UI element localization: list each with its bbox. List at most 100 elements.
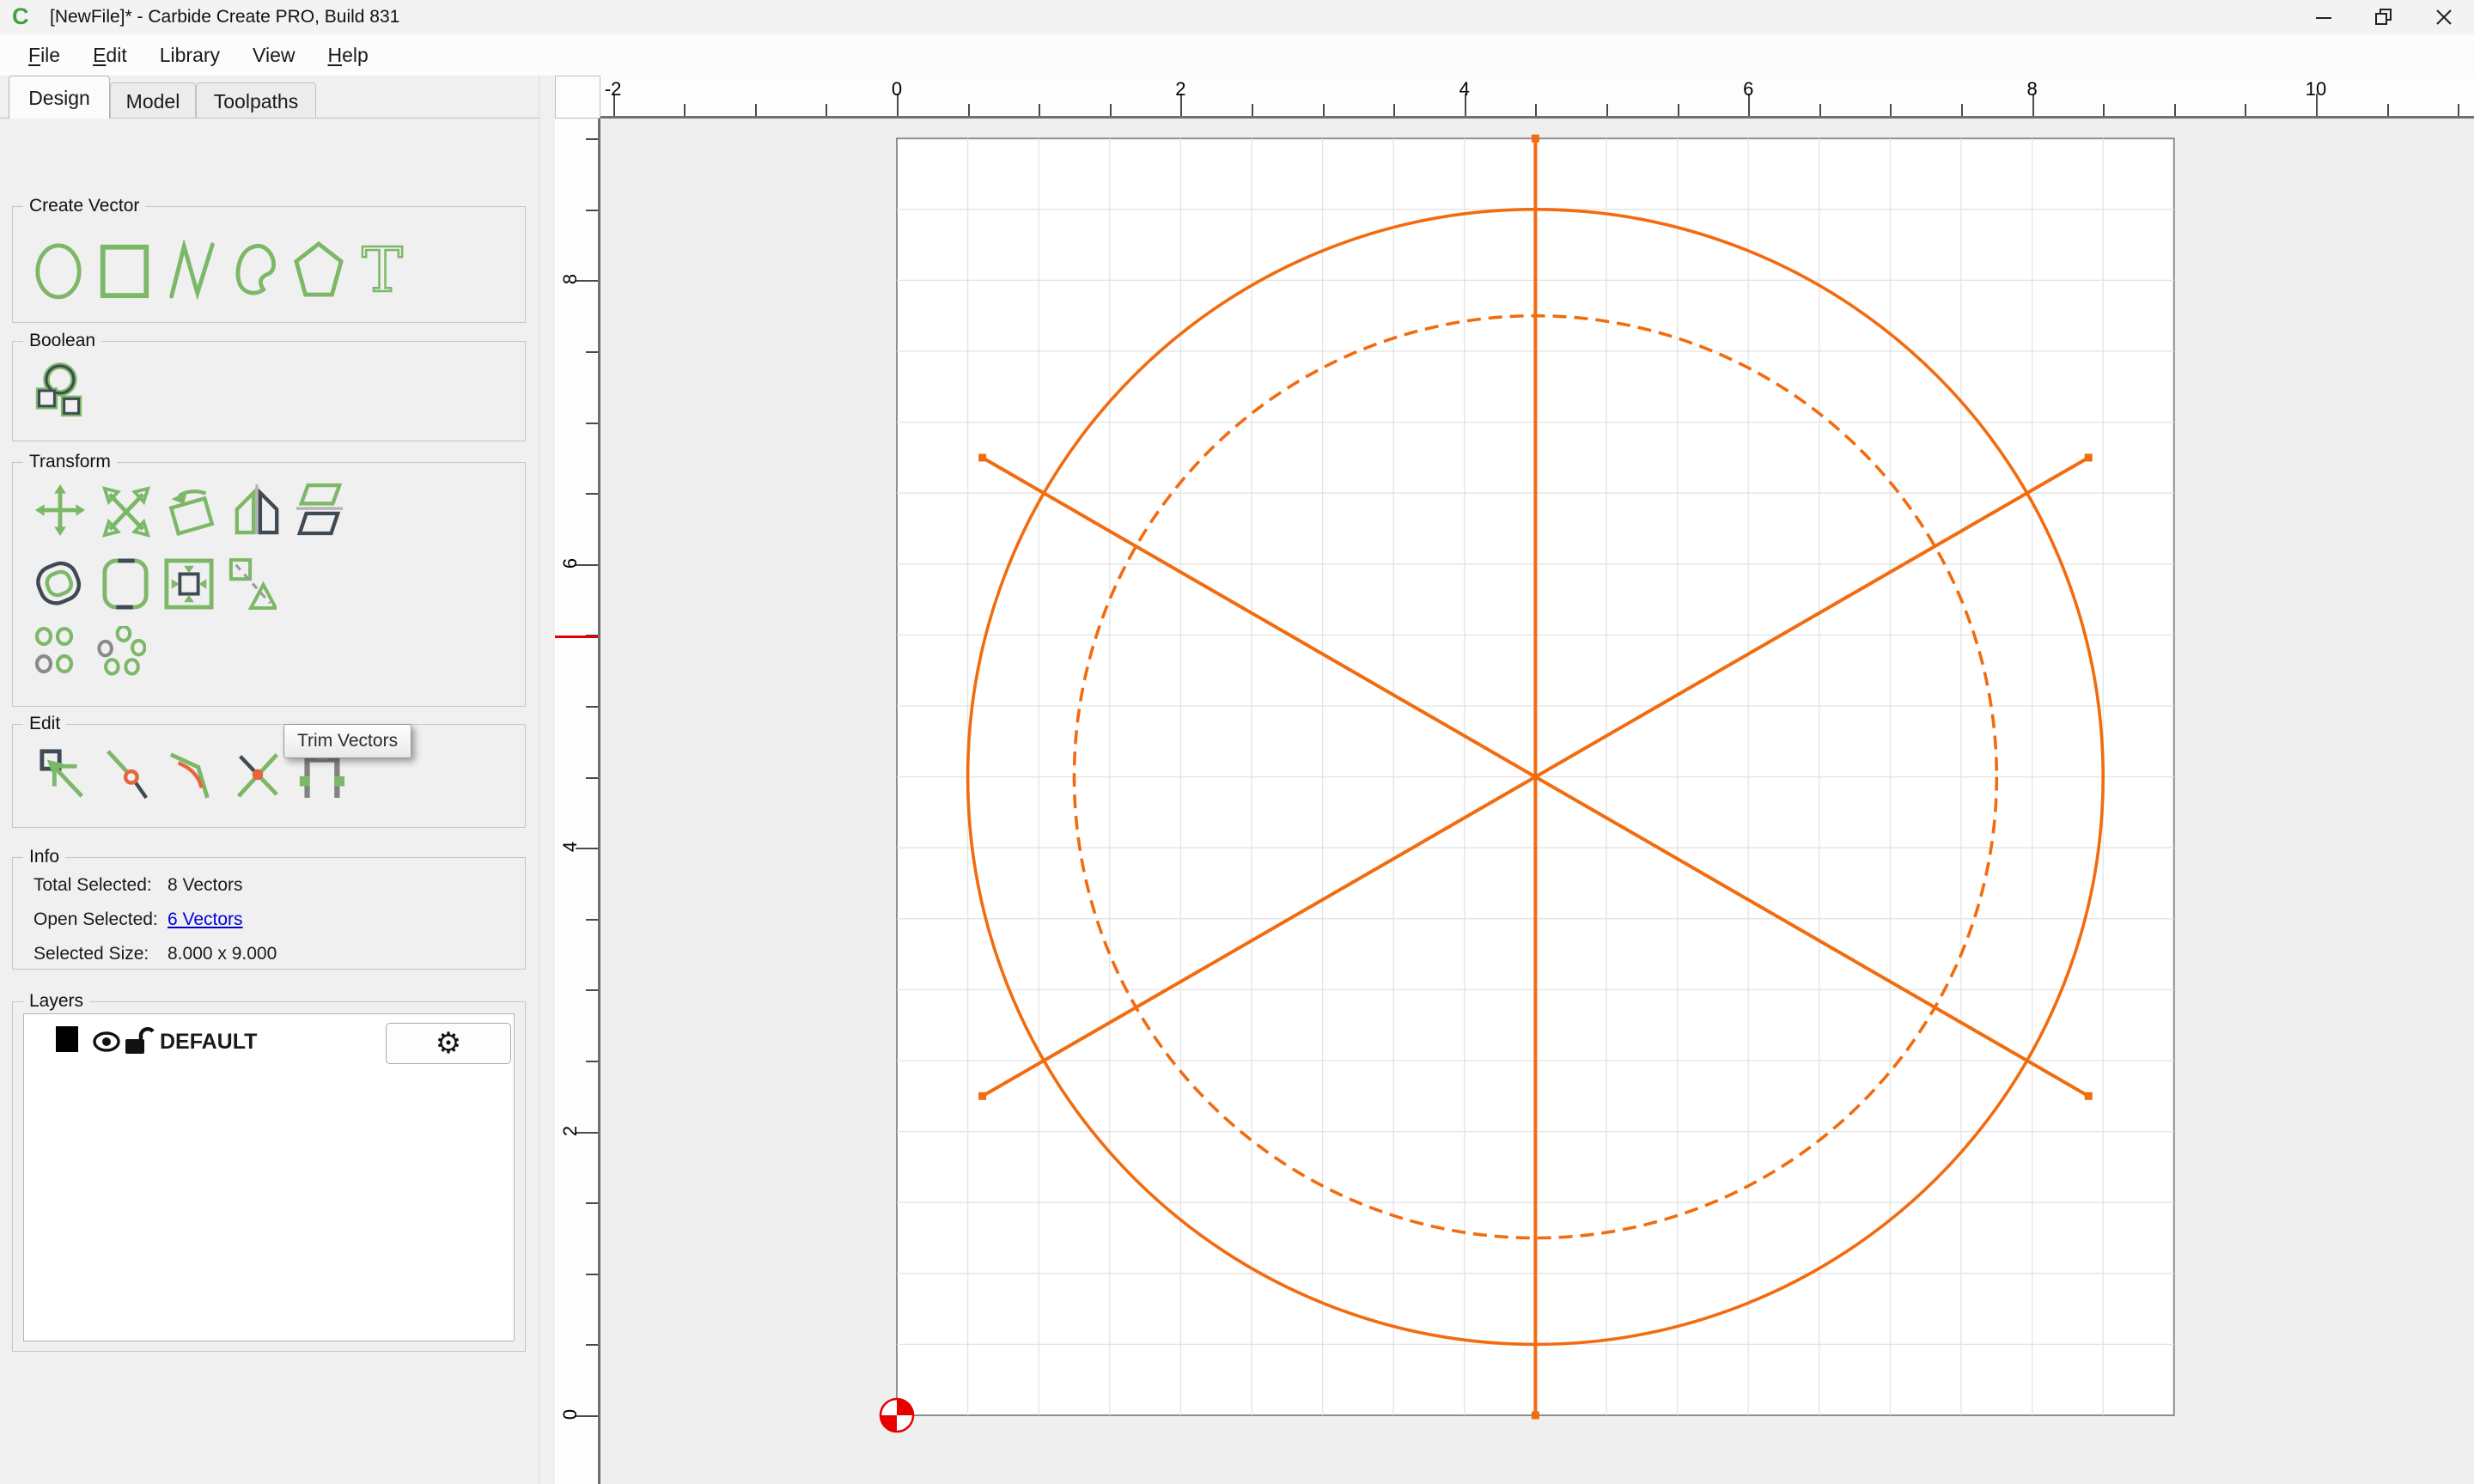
- align-icon: [229, 556, 277, 612]
- menu-item-file[interactable]: File: [12, 44, 76, 67]
- layer-color-swatch[interactable]: [56, 1026, 78, 1052]
- tool-offset[interactable]: [34, 554, 87, 612]
- transform-title: Transform: [23, 452, 117, 472]
- tab-model[interactable]: Model: [110, 82, 196, 119]
- tool-rectangle-tool[interactable]: [98, 240, 151, 300]
- menu-bar: File Edit Library View Help: [0, 34, 2474, 76]
- tool-node-edit[interactable]: [39, 745, 88, 800]
- window-title: [NewFile]* - Carbide Create PRO, Build 8…: [50, 7, 400, 27]
- info-group: Info Total Selected: 8 Vectors Open Select…: [12, 847, 526, 970]
- fillet-corners-icon: [101, 556, 149, 612]
- close-button[interactable]: [2414, 0, 2474, 34]
- ruler-label: 2: [1175, 78, 1186, 100]
- ruler-label: 8: [2026, 78, 2038, 100]
- ruler-tick: [586, 776, 598, 779]
- mirror-horizontal-icon: [232, 482, 282, 538]
- ruler-label: 0: [559, 1408, 581, 1420]
- ruler-tick: [586, 138, 598, 141]
- canvas-viewport[interactable]: [600, 119, 2474, 1484]
- ruler-tick: [684, 104, 686, 116]
- transform-tools-row-1: [34, 482, 343, 538]
- tool-mirror-horizontal[interactable]: [232, 482, 282, 538]
- mirror-vertical-icon: [296, 482, 343, 538]
- boolean-title: Boolean: [23, 331, 102, 351]
- info-value-link[interactable]: 6 Vectors: [168, 909, 243, 929]
- info-row-2: Open Selected: 6 Vectors: [34, 909, 243, 930]
- ruler-tick: [1606, 104, 1608, 116]
- tool-circular-array[interactable]: [96, 626, 146, 676]
- tool-curve-tool[interactable]: [232, 240, 278, 300]
- circle-tool-icon: [34, 240, 83, 300]
- tool-text-tool[interactable]: T: [359, 240, 405, 300]
- ruler-tick: [586, 918, 598, 921]
- ruler-tick: [1322, 104, 1325, 116]
- vector-node: [978, 453, 987, 462]
- boolean-union-icon: [34, 357, 85, 424]
- minimize-button[interactable]: [2294, 0, 2354, 34]
- minimize-icon: [2316, 17, 2331, 19]
- tool-resize-nested[interactable]: [164, 556, 214, 612]
- layer-unlocked-icon[interactable]: [124, 1026, 155, 1060]
- ruler-label: 8: [559, 274, 581, 285]
- ruler-tick: [1252, 104, 1253, 116]
- tool-join-vectors[interactable]: [103, 745, 153, 800]
- rotate-icon: [166, 482, 217, 538]
- layer-settings-button[interactable]: ⚙: [386, 1023, 511, 1064]
- origin-marker-quadrant: [881, 1415, 897, 1432]
- ruler-label: 4: [559, 842, 581, 853]
- move-icon: [34, 482, 87, 538]
- layer-visibility-eye-icon[interactable]: [92, 1029, 121, 1059]
- ruler-tick: [826, 104, 828, 116]
- menu-item-library[interactable]: Library: [143, 44, 236, 67]
- restore-button[interactable]: [2354, 0, 2414, 34]
- ruler-tick: [2173, 104, 2176, 116]
- create-vector-title: Create Vector: [23, 196, 146, 216]
- vector-node: [1531, 134, 1539, 143]
- transform-tools-row-3: [34, 626, 146, 676]
- tool-polyline-tool[interactable]: [166, 240, 217, 300]
- ruler-tick: [586, 1344, 598, 1347]
- tool-fillet-corners[interactable]: [101, 556, 149, 612]
- ruler-tick: [2458, 104, 2460, 116]
- tab-toolpaths[interactable]: Toolpaths: [196, 82, 316, 119]
- menu-item-help[interactable]: Help: [311, 44, 384, 67]
- layers-title: Layers: [23, 991, 90, 1012]
- node-edit-icon: [39, 745, 88, 800]
- ruler-label: 10: [2305, 78, 2327, 100]
- tool-boolean-union[interactable]: [34, 357, 85, 424]
- menu-item-edit[interactable]: Edit: [76, 44, 143, 67]
- ruler-tick: [2245, 104, 2247, 116]
- ruler-tick: [754, 104, 757, 116]
- tool-scale[interactable]: [101, 484, 151, 538]
- tool-circle-tool[interactable]: [34, 240, 83, 300]
- tool-move[interactable]: [34, 482, 87, 538]
- ruler-tick: [586, 1273, 598, 1275]
- tool-rotate[interactable]: [166, 482, 217, 538]
- info-label: Open Selected:: [34, 909, 158, 929]
- layer-name: DEFAULT: [160, 1030, 258, 1054]
- ruler-vertical: 0 2 4 6 8: [555, 119, 600, 1484]
- gear-icon: ⚙: [435, 1027, 462, 1060]
- ruler-label: -2: [604, 78, 622, 100]
- application-window: C [NewFile]* - Carbide Create PRO, Build…: [0, 0, 2474, 1484]
- curve-tool-icon: [232, 240, 278, 300]
- menu-item-view[interactable]: View: [236, 44, 311, 67]
- tool-polygon-tool[interactable]: [293, 240, 344, 300]
- ruler-tick: [586, 209, 598, 211]
- layer-row[interactable]: DEFAULT ⚙: [24, 1014, 514, 1067]
- info-row-1: Total Selected: 8 Vectors: [34, 875, 243, 896]
- tool-grid-array[interactable]: [34, 626, 82, 676]
- tool-fillet-vectors[interactable]: [168, 745, 217, 800]
- tool-trim-vectors[interactable]: [232, 745, 282, 800]
- ruler-tick: [1961, 104, 1963, 116]
- tool-align[interactable]: [229, 556, 277, 612]
- edit-group: Edit: [12, 714, 526, 828]
- tooltip-trim-vectors: Trim Vectors: [283, 724, 412, 758]
- ruler-tick: [1890, 104, 1892, 116]
- ruler-label: 0: [891, 78, 903, 100]
- transform-tools-row-2: [34, 554, 277, 612]
- rectangle-tool-icon: [98, 240, 151, 300]
- tab-design[interactable]: Design: [9, 76, 110, 119]
- info-value: 8.000 x 9.000: [168, 944, 277, 964]
- tool-mirror-vertical[interactable]: [296, 482, 343, 538]
